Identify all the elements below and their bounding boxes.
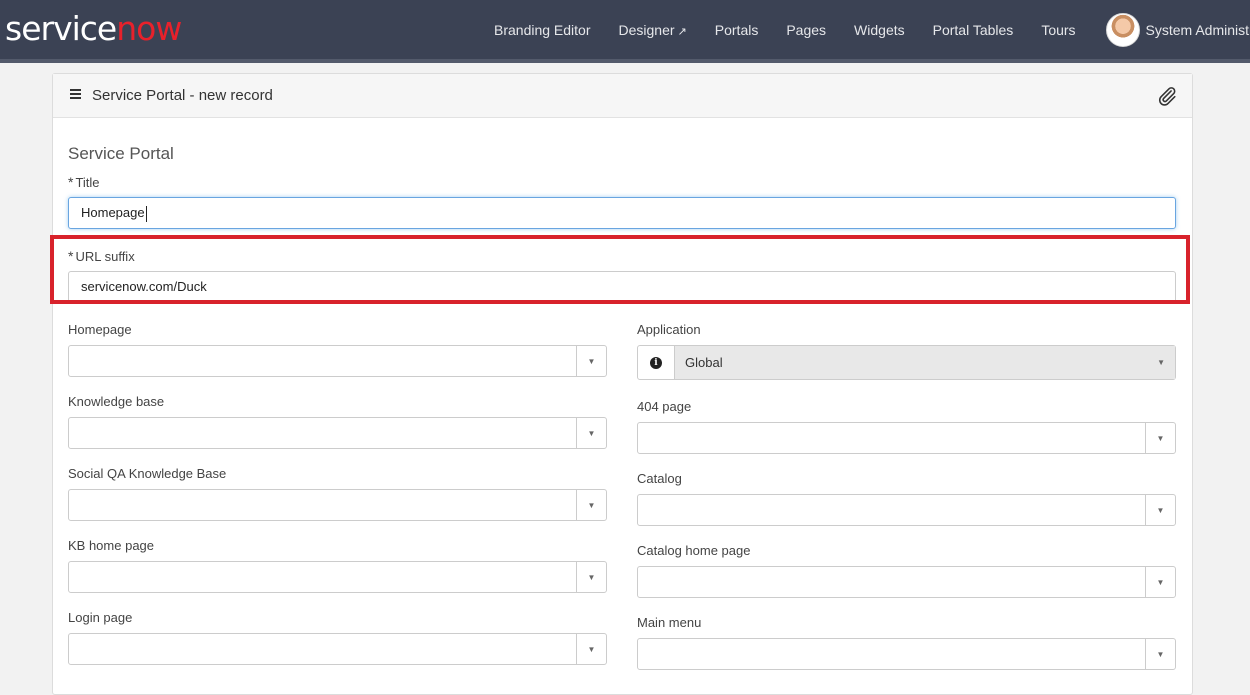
required-mark: * — [68, 174, 74, 190]
chevron-down-icon: ▼ — [576, 634, 606, 664]
external-link-icon: ↗ — [677, 25, 687, 38]
catalog-home-page-label: Catalog home page — [637, 543, 751, 558]
main-menu-label: Main menu — [637, 615, 702, 630]
nav-tours[interactable]: Tours — [1027, 22, 1089, 38]
logo-now-text: now — [116, 9, 182, 48]
nav-portals[interactable]: Portals — [701, 22, 773, 38]
paperclip-icon[interactable] — [1156, 85, 1178, 107]
knowledge-base-select[interactable]: ▼ — [68, 417, 607, 449]
nav-portal-tables[interactable]: Portal Tables — [919, 22, 1028, 38]
chevron-down-icon: ▼ — [1145, 495, 1175, 525]
nav-pages[interactable]: Pages — [772, 22, 840, 38]
catalog-home-page-select[interactable]: ▼ — [637, 566, 1176, 598]
nav-menu: Branding Editor Designer ↗ Portals Pages … — [480, 0, 1250, 59]
404-page-select[interactable]: ▼ — [637, 422, 1176, 454]
application-select[interactable]: i Global ▼ — [637, 345, 1176, 380]
hamburger-menu-icon[interactable] — [70, 89, 81, 100]
top-navbar: servicenow Branding Editor Designer ↗ Por… — [0, 0, 1250, 63]
title-label: * Title — [68, 174, 100, 190]
section-title: Service Portal — [68, 144, 174, 163]
chevron-down-icon: ▼ — [1145, 567, 1175, 597]
nav-designer[interactable]: Designer ↗ — [605, 22, 701, 38]
social-qa-kb-select[interactable]: ▼ — [68, 489, 607, 521]
nav-widgets[interactable]: Widgets — [840, 22, 919, 38]
knowledge-base-label: Knowledge base — [68, 394, 165, 409]
login-page-label: Login page — [68, 610, 133, 625]
catalog-label: Catalog — [637, 471, 682, 486]
record-card: Service Portal - new record Service Port… — [52, 73, 1193, 695]
chevron-down-icon: ▼ — [1145, 423, 1175, 453]
card-header: Service Portal - new record — [53, 74, 1192, 118]
application-label: Application — [637, 322, 701, 337]
social-qa-kb-label: Social QA Knowledge Base — [68, 466, 227, 481]
title-label-text: Title — [75, 175, 100, 190]
catalog-select[interactable]: ▼ — [637, 494, 1176, 526]
chevron-down-icon: ▼ — [1157, 358, 1165, 367]
url-suffix-highlight — [50, 235, 1190, 304]
kb-home-page-label: KB home page — [68, 538, 155, 553]
nav-designer-label: Designer — [618, 21, 675, 38]
homepage-label: Homepage — [68, 322, 132, 337]
main-menu-select[interactable]: ▼ — [637, 638, 1176, 670]
chevron-down-icon: ▼ — [1145, 639, 1175, 669]
404-page-label: 404 page — [637, 399, 692, 414]
user-name: System Administrator — [1145, 21, 1250, 38]
card-title: Service Portal - new record — [92, 87, 273, 104]
homepage-select[interactable]: ▼ — [68, 345, 607, 377]
application-select-value: Global ▼ — [674, 346, 1175, 379]
chevron-down-icon: ▼ — [576, 418, 606, 448]
chevron-down-icon: ▼ — [576, 490, 606, 520]
info-icon[interactable]: i — [638, 346, 674, 379]
servicenow-logo[interactable]: servicenow — [5, 9, 182, 48]
title-input-value: Homepage — [81, 205, 145, 220]
user-menu[interactable]: System Administrator — [1092, 12, 1250, 47]
chevron-down-icon: ▼ — [576, 346, 606, 376]
nav-branding-editor[interactable]: Branding Editor — [480, 22, 605, 38]
kb-home-page-select[interactable]: ▼ — [68, 561, 607, 593]
text-caret — [145, 205, 147, 222]
chevron-down-icon: ▼ — [576, 562, 606, 592]
login-page-select[interactable]: ▼ — [68, 633, 607, 665]
title-input[interactable]: Homepage — [68, 197, 1176, 229]
avatar — [1105, 12, 1140, 47]
logo-service-text: service — [5, 9, 117, 48]
